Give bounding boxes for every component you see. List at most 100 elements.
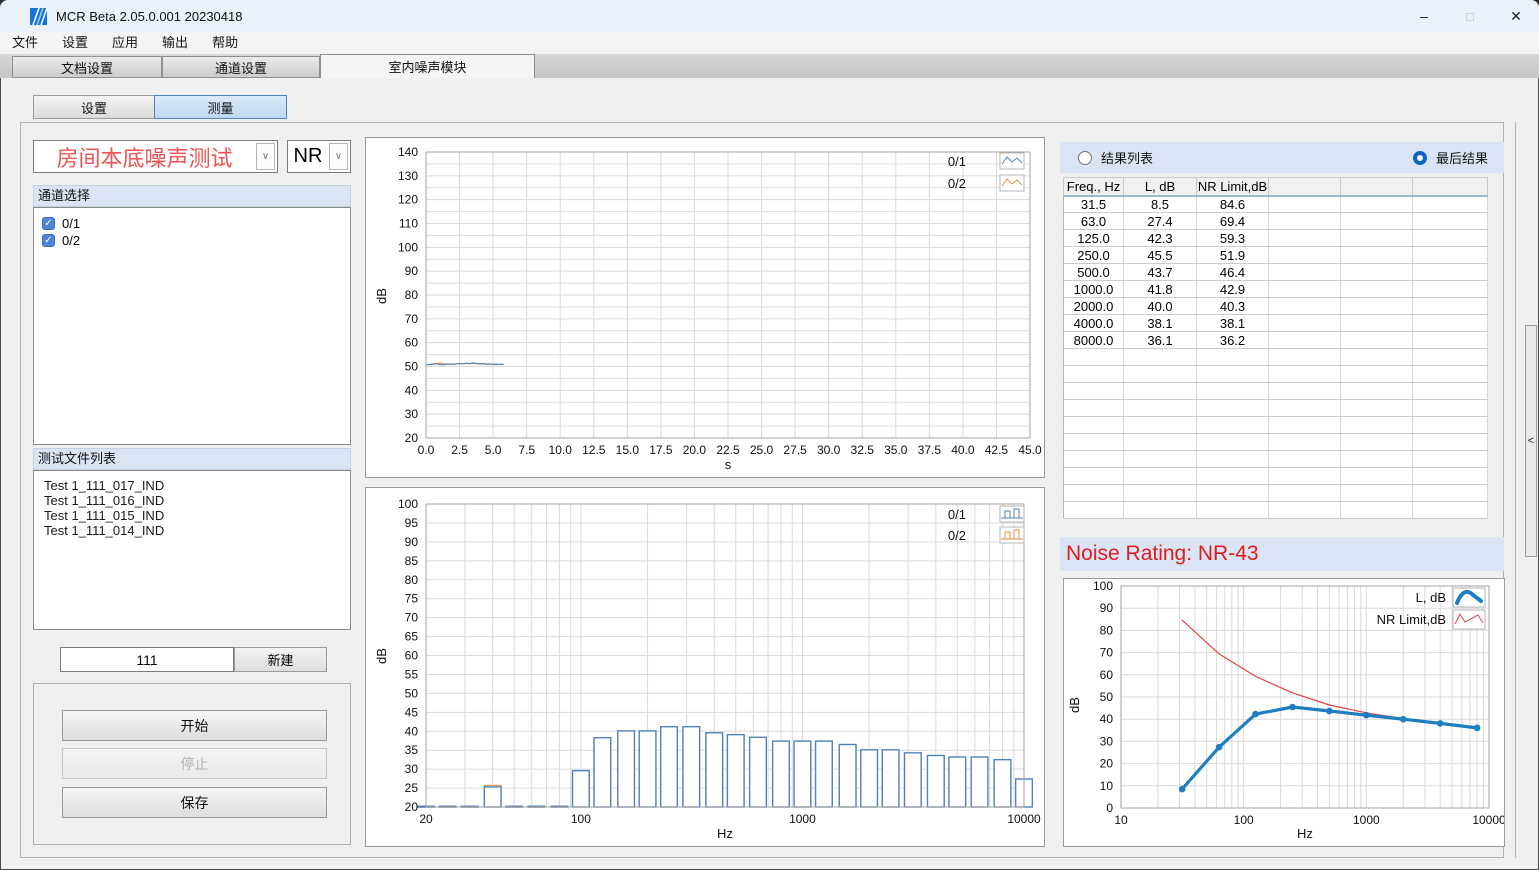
tab-文档设置[interactable]: 文档设置	[12, 56, 162, 78]
collapse-panel-button[interactable]: <	[1525, 325, 1537, 557]
svg-text:90: 90	[1100, 601, 1114, 615]
table-cell	[1413, 315, 1488, 332]
svg-text:0/1: 0/1	[948, 154, 966, 169]
svg-text:100: 100	[571, 812, 591, 826]
table-cell	[1413, 468, 1488, 485]
table-row[interactable]: 250.045.551.9	[1064, 247, 1488, 264]
svg-text:30.0: 30.0	[817, 443, 841, 457]
table-cell: 8.5	[1124, 196, 1197, 213]
table-cell: 8000.0	[1064, 332, 1124, 349]
svg-text:Hz: Hz	[717, 826, 733, 841]
test-file-list: Test 1_111_017_INDTest 1_111_016_INDTest…	[33, 470, 351, 630]
svg-text:80: 80	[1100, 623, 1114, 637]
menu-item-输出[interactable]: 输出	[150, 32, 200, 54]
table-row-empty	[1064, 502, 1488, 519]
chevron-down-icon[interactable]: ∨	[329, 143, 348, 170]
menu-item-帮助[interactable]: 帮助	[200, 32, 250, 54]
file-item[interactable]: Test 1_111_016_IND	[44, 493, 350, 508]
test-type-select[interactable]: 房间本底噪声测试 ∨	[33, 140, 278, 173]
table-cell	[1341, 349, 1413, 366]
table-cell: 84.6	[1197, 196, 1269, 213]
svg-text:90: 90	[405, 264, 419, 278]
table-cell	[1413, 451, 1488, 468]
table-cell	[1064, 434, 1124, 451]
save-button[interactable]: 保存	[62, 787, 327, 818]
table-cell	[1269, 451, 1341, 468]
tab-室内噪声模块[interactable]: 室内噪声模块	[320, 54, 535, 78]
svg-text:0/2: 0/2	[948, 176, 966, 191]
table-row-empty	[1064, 366, 1488, 383]
subtab-settings[interactable]: 设置	[33, 95, 155, 119]
table-row[interactable]: 125.042.359.3	[1064, 230, 1488, 247]
channel-item-0/1[interactable]: ✓0/1	[42, 215, 350, 231]
close-button-icon[interactable]: ✕	[1493, 0, 1539, 32]
menu-item-设置[interactable]: 设置	[50, 32, 100, 54]
table-cell	[1341, 400, 1413, 417]
table-cell	[1341, 213, 1413, 230]
svg-text:10: 10	[1100, 779, 1114, 793]
table-cell	[1269, 315, 1341, 332]
table-cell	[1341, 247, 1413, 264]
test-name-input[interactable]	[60, 647, 234, 672]
file-item[interactable]: Test 1_111_014_IND	[44, 523, 350, 538]
menu-item-应用[interactable]: 应用	[100, 32, 150, 54]
channel-section-header: 通道选择	[33, 185, 351, 207]
table-row[interactable]: 500.043.746.4	[1064, 264, 1488, 281]
table-cell	[1197, 451, 1269, 468]
svg-text:10000: 10000	[1472, 813, 1504, 827]
maximize-button-icon[interactable]: □	[1447, 0, 1493, 32]
table-row[interactable]: 8000.036.136.2	[1064, 332, 1488, 349]
table-cell: 38.1	[1197, 315, 1269, 332]
start-button[interactable]: 开始	[62, 710, 327, 741]
table-row[interactable]: 1000.041.842.9	[1064, 281, 1488, 298]
table-row[interactable]: 4000.038.138.1	[1064, 315, 1488, 332]
svg-text:1000: 1000	[789, 812, 816, 826]
last-result-radio-label[interactable]: 最后结果	[1436, 148, 1488, 167]
tab-通道设置[interactable]: 通道设置	[162, 56, 320, 78]
svg-text:55: 55	[405, 667, 419, 681]
window-title: MCR Beta 2.05.0.001 20230418	[56, 9, 242, 24]
svg-text:40: 40	[405, 724, 419, 738]
channel-item-0/2[interactable]: ✓0/2	[42, 232, 350, 248]
menu-item-文件[interactable]: 文件	[0, 32, 50, 54]
nr-curve-select[interactable]: NR ∨	[287, 140, 351, 173]
table-cell: 36.2	[1197, 332, 1269, 349]
minimize-button-icon[interactable]: –	[1401, 0, 1447, 32]
chevron-down-icon[interactable]: ∨	[256, 143, 275, 170]
table-row[interactable]: 2000.040.040.3	[1064, 298, 1488, 315]
checkbox-icon[interactable]: ✓	[42, 234, 55, 247]
svg-text:40.0: 40.0	[951, 443, 975, 457]
table-cell	[1413, 349, 1488, 366]
table-cell	[1269, 281, 1341, 298]
new-button[interactable]: 新建	[234, 647, 327, 672]
table-cell	[1341, 264, 1413, 281]
table-cell	[1341, 315, 1413, 332]
table-cell	[1413, 281, 1488, 298]
table-cell	[1064, 366, 1124, 383]
svg-text:0/2: 0/2	[948, 528, 966, 543]
table-row[interactable]: 31.58.584.6	[1064, 196, 1488, 213]
svg-text:130: 130	[398, 169, 418, 183]
results-list-radio[interactable]	[1078, 151, 1092, 165]
table-cell: 46.4	[1197, 264, 1269, 281]
table-cell	[1197, 417, 1269, 434]
time-history-chart-svg: 20304050607080901001101201301400.02.55.0…	[366, 138, 1044, 477]
svg-text:25.0: 25.0	[750, 443, 774, 457]
svg-text:17.5: 17.5	[649, 443, 673, 457]
table-cell	[1064, 400, 1124, 417]
channel-list: ✓0/1✓0/2	[33, 207, 351, 445]
subtab-measure[interactable]: 测量	[154, 95, 287, 119]
table-row[interactable]: 63.027.469.4	[1064, 213, 1488, 230]
file-item[interactable]: Test 1_111_015_IND	[44, 508, 350, 523]
checkbox-icon[interactable]: ✓	[42, 217, 55, 230]
svg-text:20.0: 20.0	[683, 443, 707, 457]
table-cell	[1269, 383, 1341, 400]
file-item[interactable]: Test 1_111_017_IND	[44, 478, 350, 493]
last-result-radio[interactable]	[1413, 151, 1427, 165]
table-cell	[1413, 230, 1488, 247]
svg-text:dB: dB	[1067, 697, 1082, 713]
results-list-radio-label[interactable]: 结果列表	[1101, 148, 1153, 167]
title-bar: MCR Beta 2.05.0.001 20230418 – □ ✕	[0, 0, 1539, 32]
table-cell	[1341, 196, 1413, 213]
svg-text:70: 70	[1100, 646, 1114, 660]
